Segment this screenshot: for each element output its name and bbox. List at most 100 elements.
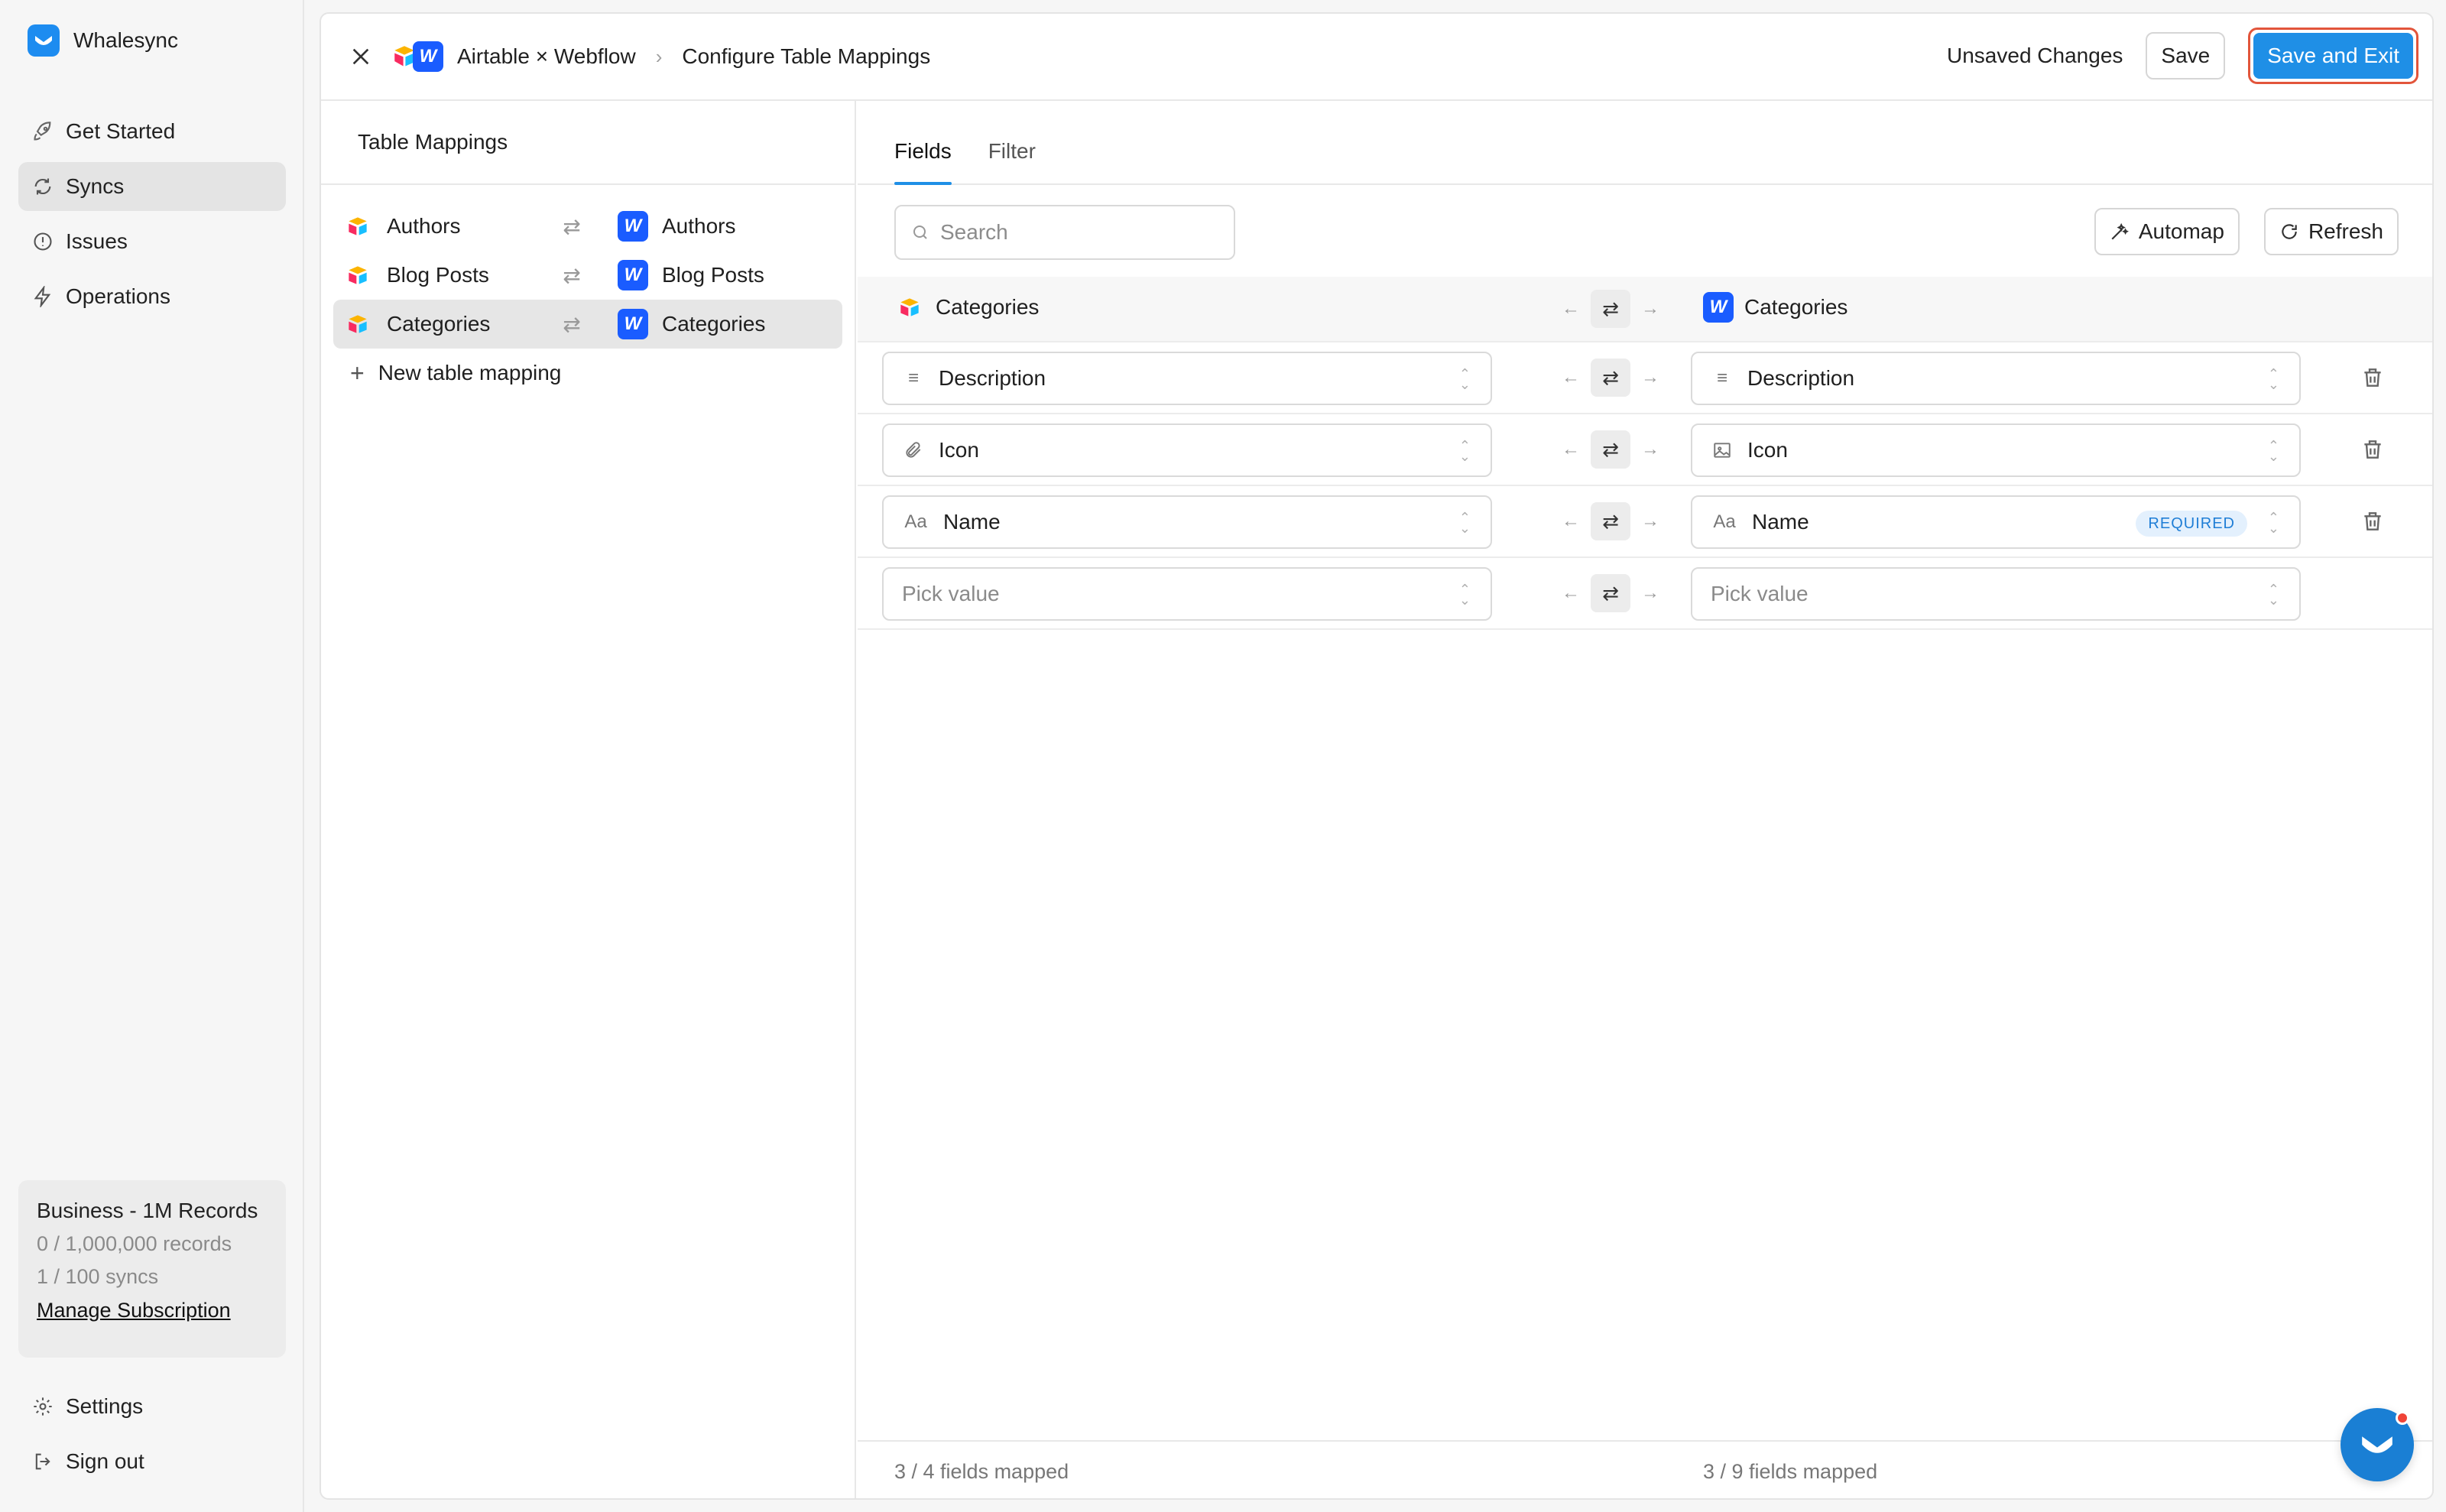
search-box bbox=[894, 205, 1235, 260]
table-mappings-panel: Table Mappings Authors ⇄ W Authors Blog … bbox=[321, 101, 856, 1498]
fields-panel: Fields Filter Automap Refresh bbox=[858, 101, 2432, 1498]
trash-icon[interactable] bbox=[2360, 437, 2385, 462]
table-mapping-row-selected[interactable]: Categories ⇄ W Categories bbox=[333, 300, 842, 349]
close-icon[interactable] bbox=[349, 44, 373, 69]
sidebar-item-get-started[interactable]: Get Started bbox=[18, 107, 286, 156]
webflow-logo-icon: W bbox=[413, 41, 443, 72]
field-mapping-row: Aa Name ⌃ ⌄ ← ⇄ → Aa Name REQUIRED ⌃ ⌄ bbox=[858, 486, 2432, 558]
webflow-logo-icon: W bbox=[1703, 292, 1734, 323]
source-field-select[interactable]: Icon ⌃ ⌄ bbox=[882, 423, 1492, 477]
unsaved-status: Unsaved Changes bbox=[1947, 44, 2123, 67]
text-type-icon: Aa bbox=[904, 511, 927, 532]
table-mappings-title: Table Mappings bbox=[321, 101, 855, 185]
target-field-placeholder: Pick value bbox=[1711, 582, 1809, 605]
arrow-right-icon[interactable]: → bbox=[1639, 511, 1662, 532]
plan-title: Business - 1M Records bbox=[37, 1199, 258, 1222]
target-field-name: Name bbox=[1752, 510, 1809, 534]
arrow-left-icon[interactable]: ← bbox=[1559, 511, 1582, 532]
paperclip-icon bbox=[906, 442, 921, 458]
source-table: Categories bbox=[342, 309, 541, 339]
arrow-right-icon[interactable]: → bbox=[1639, 439, 1662, 460]
target-field-select[interactable]: ≡ Description ⌃ ⌄ bbox=[1691, 352, 2301, 405]
sidebar-bottom-nav: Settings Sign out bbox=[18, 1382, 286, 1492]
sidebar-item-issues[interactable]: Issues bbox=[18, 217, 286, 266]
brand[interactable]: Whalesync bbox=[28, 24, 178, 57]
manage-subscription-link[interactable]: Manage Subscription bbox=[37, 1299, 231, 1322]
arrow-right-icon[interactable]: → bbox=[1639, 582, 1662, 604]
sync-icon bbox=[34, 178, 51, 195]
trash-icon[interactable] bbox=[2360, 509, 2385, 534]
target-field-select[interactable]: Pick value ⌃ ⌄ bbox=[1691, 567, 2301, 621]
sidebar-nav: Get Started Syncs Issues Operations bbox=[18, 107, 286, 327]
target-table: W Authors bbox=[618, 211, 736, 242]
toolbar-actions: Automap Refresh bbox=[2094, 208, 2399, 255]
arrow-left-icon[interactable]: ← bbox=[1559, 439, 1582, 460]
airtable-logo-icon bbox=[900, 298, 919, 316]
source-field-select[interactable]: ≡ Description ⌃ ⌄ bbox=[882, 352, 1492, 405]
bidirectional-sync-icon[interactable]: ⇄ bbox=[1591, 430, 1630, 469]
save-and-exit-button[interactable]: Save and Exit bbox=[2253, 33, 2413, 79]
search-input[interactable] bbox=[940, 220, 1215, 245]
save-button[interactable]: Save bbox=[2146, 32, 2226, 79]
airtable-logo-icon bbox=[349, 217, 367, 235]
tab-filter[interactable]: Filter bbox=[988, 139, 1036, 183]
table-mapping-row[interactable]: Authors ⇄ W Authors bbox=[333, 202, 842, 251]
alert-circle-icon bbox=[34, 232, 52, 251]
automap-label: Automap bbox=[2138, 219, 2224, 243]
chevron-up-down-icon: ⌃ ⌄ bbox=[2267, 366, 2279, 392]
header-actions: Unsaved Changes Save Save and Exit bbox=[1947, 28, 2418, 84]
sidebar-item-label: Syncs bbox=[66, 174, 125, 198]
new-table-mapping-label: New table mapping bbox=[378, 361, 562, 384]
rocket-icon bbox=[34, 122, 51, 141]
text-type-icon: Aa bbox=[1713, 511, 1736, 532]
trash-icon[interactable] bbox=[2360, 365, 2385, 390]
plus-icon: + bbox=[350, 359, 365, 387]
bidirectional-arrow-icon: ⇄ bbox=[563, 214, 581, 238]
target-field-name: Description bbox=[1747, 366, 1855, 390]
image-icon bbox=[1714, 443, 1731, 458]
bidirectional-sync-icon[interactable]: ⇄ bbox=[1591, 290, 1630, 328]
bidirectional-sync-icon[interactable]: ⇄ bbox=[1591, 574, 1630, 612]
new-table-mapping-button[interactable]: + New table mapping bbox=[333, 349, 842, 397]
table-sync-direction: ← ⇄ → bbox=[1559, 289, 1662, 329]
sidebar-item-settings[interactable]: Settings bbox=[18, 1382, 286, 1431]
chevron-up-down-icon: ⌃ ⌄ bbox=[1458, 438, 1471, 464]
tab-fields[interactable]: Fields bbox=[894, 139, 952, 185]
save-exit-highlight: Save and Exit bbox=[2248, 28, 2418, 84]
bidirectional-sync-icon[interactable]: ⇄ bbox=[1591, 502, 1630, 540]
search-icon bbox=[913, 226, 927, 239]
support-chat-button[interactable] bbox=[2341, 1408, 2414, 1481]
brand-name: Whalesync bbox=[73, 28, 178, 52]
sidebar-item-label: Settings bbox=[66, 1394, 144, 1418]
sync-name[interactable]: Airtable × Webflow bbox=[457, 44, 636, 69]
target-field-select[interactable]: Icon ⌃ ⌄ bbox=[1691, 423, 2301, 477]
field-sync-direction: ← ⇄ → bbox=[1559, 358, 1662, 397]
sidebar-item-sign-out[interactable]: Sign out bbox=[18, 1437, 286, 1486]
automap-button[interactable]: Automap bbox=[2094, 208, 2240, 255]
refresh-button[interactable]: Refresh bbox=[2263, 208, 2399, 255]
arrow-right-icon[interactable]: → bbox=[1639, 298, 1662, 320]
arrow-left-icon[interactable]: ← bbox=[1559, 298, 1582, 320]
table-mapping-row[interactable]: Blog Posts ⇄ W Blog Posts bbox=[333, 251, 842, 300]
field-sync-direction: ← ⇄ → bbox=[1559, 501, 1662, 541]
target-field-select[interactable]: Aa Name REQUIRED ⌃ ⌄ bbox=[1691, 495, 2301, 549]
arrow-left-icon[interactable]: ← bbox=[1559, 582, 1582, 604]
chevron-up-down-icon: ⌃ ⌄ bbox=[2267, 582, 2279, 608]
chat-whale-icon bbox=[2362, 1436, 2392, 1453]
arrow-right-icon[interactable]: → bbox=[1639, 367, 1662, 388]
source-table: Authors bbox=[342, 211, 541, 242]
target-table-name: Categories bbox=[662, 312, 766, 336]
source-field-select[interactable]: Pick value ⌃ ⌄ bbox=[882, 567, 1492, 621]
chevron-up-down-icon: ⌃ ⌄ bbox=[1458, 510, 1471, 536]
sidebar-item-syncs[interactable]: Syncs bbox=[18, 162, 286, 211]
sidebar-item-operations[interactable]: Operations bbox=[18, 272, 286, 321]
sidebar: Whalesync Get Started Syncs Issues Opera… bbox=[0, 0, 304, 1512]
magic-wand-icon bbox=[2111, 222, 2129, 240]
arrow-left-icon[interactable]: ← bbox=[1559, 367, 1582, 388]
left-table-header: Categories bbox=[894, 292, 1039, 323]
source-table: Blog Posts bbox=[342, 260, 541, 290]
bidirectional-sync-icon[interactable]: ⇄ bbox=[1591, 359, 1630, 397]
notification-dot bbox=[2396, 1411, 2409, 1425]
bidirectional-arrow-icon: ⇄ bbox=[563, 312, 581, 336]
source-field-select[interactable]: Aa Name ⌃ ⌄ bbox=[882, 495, 1492, 549]
